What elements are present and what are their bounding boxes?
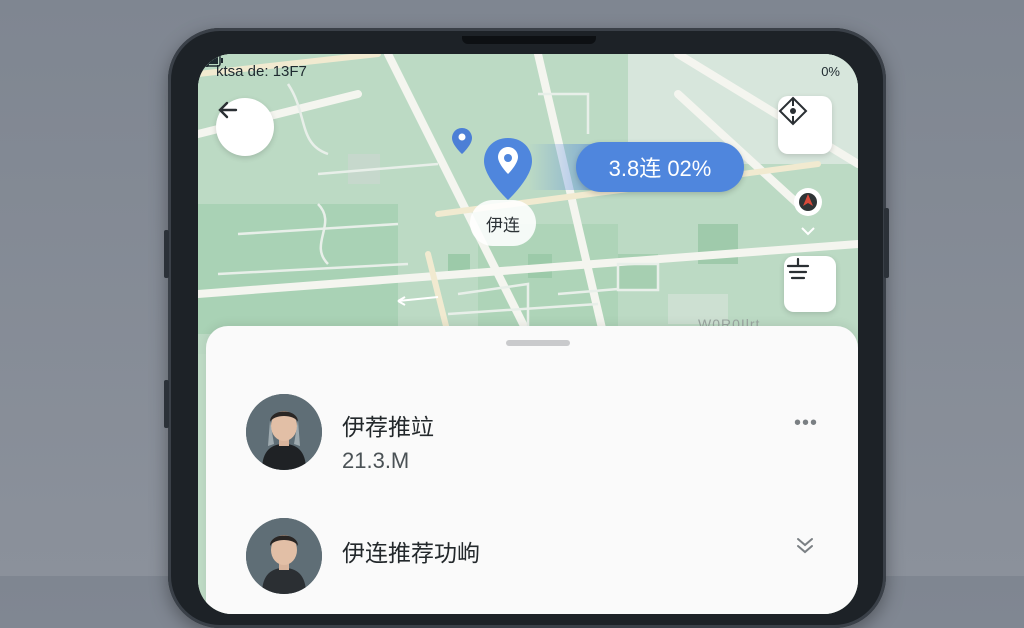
status-icons: 0% bbox=[198, 54, 840, 79]
person-avatar-icon bbox=[246, 394, 322, 470]
phone-side-button bbox=[164, 380, 169, 428]
location-label[interactable]: 伊连 bbox=[470, 200, 536, 246]
distance-pill[interactable]: 3.8连 02% bbox=[576, 142, 744, 192]
phone-side-button bbox=[164, 230, 169, 278]
chevron-down-icon[interactable] bbox=[792, 532, 818, 558]
status-bar: ktsa de: 13F7 0% bbox=[198, 54, 858, 88]
sheet-drag-handle[interactable] bbox=[506, 340, 570, 346]
phone-screen: ktsa de: 13F7 0% 3.8连 02% 伊连 W0R0Ilrt 伊荐… bbox=[198, 54, 858, 614]
status-text: ktsa de: 13F7 bbox=[216, 62, 307, 80]
avatar bbox=[246, 518, 322, 594]
phone-side-button bbox=[884, 208, 889, 278]
more-options-icon[interactable]: ••• bbox=[794, 412, 818, 435]
compass-button[interactable] bbox=[778, 96, 832, 154]
item-name: 伊连推荐功岣 bbox=[342, 540, 480, 566]
item-name: 伊荐推竝 bbox=[342, 414, 434, 440]
compass-icon bbox=[778, 96, 808, 126]
battery-icon bbox=[198, 54, 223, 67]
list-item[interactable]: 伊连推荐功岣 bbox=[206, 492, 858, 602]
location-pin-icon[interactable] bbox=[478, 134, 538, 204]
avatar bbox=[246, 394, 322, 470]
bottom-sheet[interactable]: 伊荐推竝 21.3.M ••• 伊连推荐功岣 bbox=[206, 326, 858, 614]
layers-icon bbox=[786, 257, 810, 280]
filter-button[interactable] bbox=[784, 256, 836, 312]
arrow-left-icon bbox=[218, 101, 238, 119]
map-graphics bbox=[198, 54, 858, 354]
item-distance: 21.3.M bbox=[342, 448, 410, 473]
battery-percent: 0% bbox=[821, 63, 840, 79]
person-avatar-icon bbox=[246, 518, 322, 594]
back-button[interactable] bbox=[216, 98, 274, 156]
list-item[interactable]: 伊荐推竝 21.3.M ••• bbox=[206, 366, 858, 476]
phone-notch bbox=[462, 36, 596, 44]
